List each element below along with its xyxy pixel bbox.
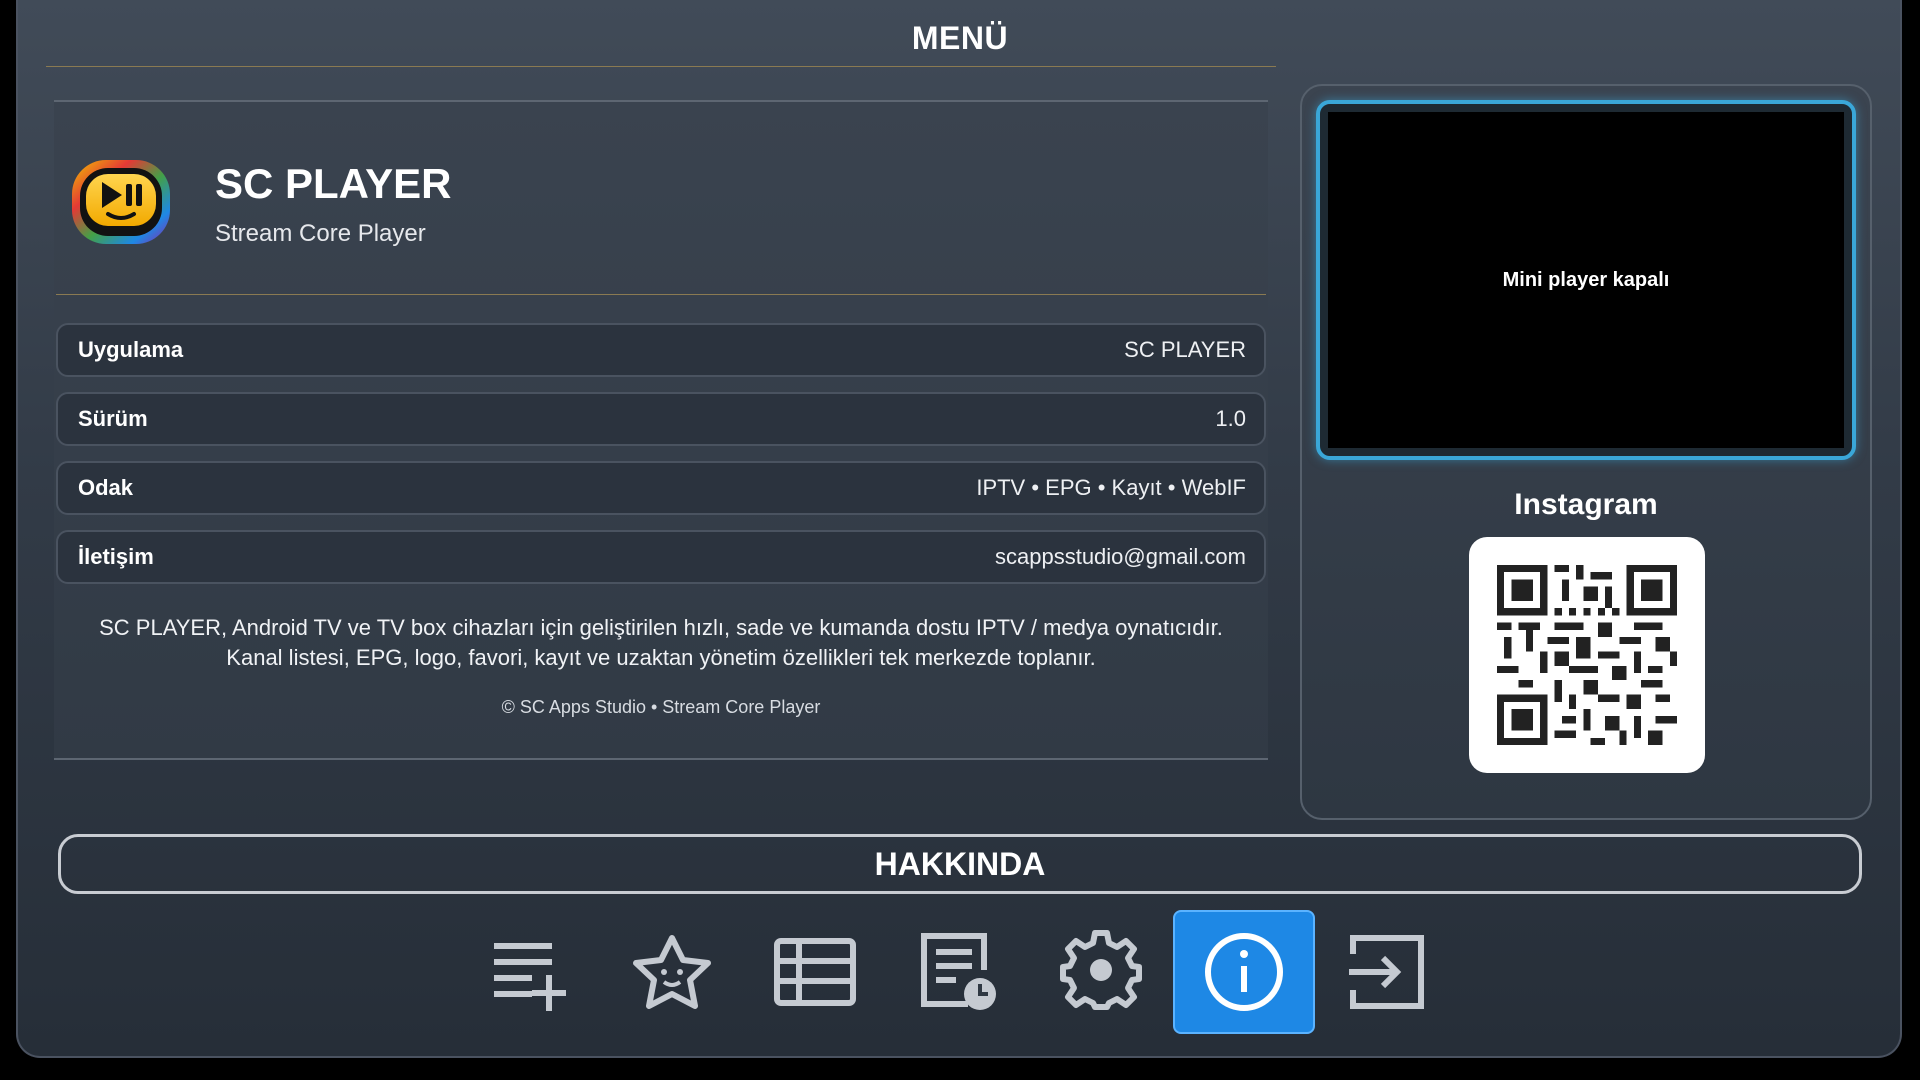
app-subtitle: Stream Core Player <box>215 220 426 247</box>
info-list: Uygulama SC PLAYER Sürüm 1.0 Odak IPTV •… <box>56 323 1266 599</box>
info-row-key: İletişim <box>78 544 154 569</box>
mini-player[interactable]: Mini player kapalı <box>1316 100 1856 460</box>
info-row-key: Uygulama <box>78 337 184 362</box>
info-icon <box>1205 933 1283 1011</box>
nav-exit[interactable] <box>1316 910 1458 1034</box>
nav-playlist-add[interactable] <box>458 910 600 1034</box>
description-line: SC PLAYER, Android TV ve TV box cihazlar… <box>99 615 1223 640</box>
channel-list-icon <box>774 938 856 1006</box>
info-row-value: SC PLAYER <box>1124 337 1246 362</box>
app-name: SC PLAYER <box>215 160 452 207</box>
header-divider <box>56 294 1266 295</box>
nav-favorites[interactable] <box>601 910 743 1034</box>
instagram-qr-code <box>1469 537 1705 773</box>
info-row-contact: İletişim scappsstudio@gmail.com <box>56 530 1266 584</box>
exit-icon <box>1349 935 1424 1009</box>
info-row-key: Sürüm <box>78 406 148 431</box>
description-line: Kanal listesi, EPG, logo, favori, kayıt … <box>226 645 1096 670</box>
info-row-value: scappsstudio@gmail.com <box>995 544 1246 569</box>
instagram-label: Instagram <box>1514 488 1658 521</box>
menu-title: MENÜ <box>911 20 1009 56</box>
bottom-nav <box>0 910 1920 1035</box>
top-divider <box>46 66 1276 67</box>
epg-schedule-icon <box>921 933 996 1010</box>
info-row-version: Sürüm 1.0 <box>56 392 1266 446</box>
nav-epg[interactable] <box>887 910 1029 1034</box>
info-row-key: Odak <box>78 475 134 500</box>
section-title-bar: HAKKINDA <box>58 834 1862 894</box>
app-logo-icon <box>68 156 174 248</box>
nav-about[interactable] <box>1173 910 1315 1034</box>
info-row-focus: Odak IPTV • EPG • Kayıt • WebIF <box>56 461 1266 515</box>
qr-code-icon <box>1497 565 1677 745</box>
nav-settings[interactable] <box>1030 910 1172 1034</box>
settings-gear-icon <box>1060 930 1142 1010</box>
info-row-application: Uygulama SC PLAYER <box>56 323 1266 377</box>
app-description: SC PLAYER, Android TV ve TV box cihazlar… <box>56 613 1266 673</box>
nav-channel-list[interactable] <box>744 910 886 1034</box>
copyright-text: © SC Apps Studio • Stream Core Player <box>501 697 821 717</box>
playlist-add-icon <box>494 943 566 1011</box>
info-row-value: 1.0 <box>1215 406 1246 431</box>
favorite-star-icon <box>633 935 711 1009</box>
mini-player-status: Mini player kapalı <box>1328 112 1844 448</box>
info-row-value: IPTV • EPG • Kayıt • WebIF <box>976 475 1246 500</box>
